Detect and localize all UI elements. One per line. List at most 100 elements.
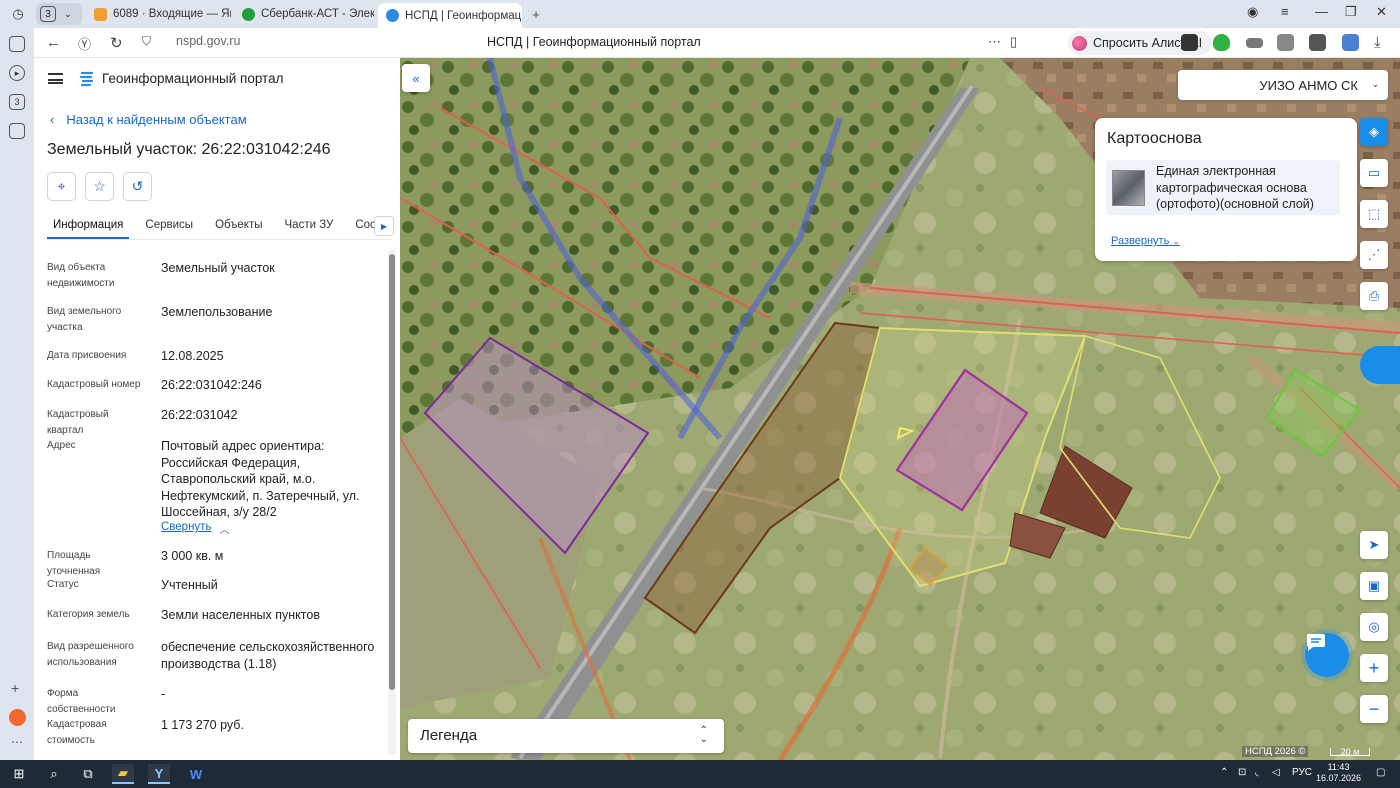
- windows-start-icon[interactable]: ⊞: [8, 764, 30, 784]
- alisa-sidebar-icon[interactable]: [9, 709, 26, 726]
- assistant-tab[interactable]: [1360, 346, 1400, 384]
- browser-sidebar: ▸ 3 + ⋯: [0, 28, 34, 760]
- extension-icon[interactable]: [1181, 34, 1198, 51]
- chevron-up-icon[interactable]: ⌃: [1220, 767, 1228, 778]
- extension-icon[interactable]: [1277, 34, 1294, 51]
- notifications-icon[interactable]: ▢: [1376, 767, 1385, 778]
- puzzle-icon[interactable]: [1309, 34, 1326, 51]
- scrollbar-thumb[interactable]: [389, 254, 395, 690]
- bookmark-icon[interactable]: ▯: [1010, 34, 1017, 50]
- screenshot-icon[interactable]: [9, 123, 25, 139]
- add-icon[interactable]: +: [11, 680, 19, 696]
- ruler-icon[interactable]: ▭: [1360, 159, 1388, 187]
- history-icon[interactable]: ◷: [9, 5, 27, 23]
- tab-nspd[interactable]: НСПД | Геоинформацио ✕: [378, 3, 522, 28]
- tab-objects[interactable]: Объекты: [209, 210, 268, 239]
- menu-icon[interactable]: ≡: [1281, 4, 1289, 19]
- volume-icon[interactable]: ◁: [1272, 767, 1280, 778]
- word-icon[interactable]: W: [185, 764, 207, 784]
- share-icon[interactable]: ⋰: [1360, 241, 1388, 269]
- reload-icon[interactable]: ↻: [110, 34, 123, 52]
- tab-group[interactable]: 3 ⌄: [36, 3, 82, 25]
- tab-services[interactable]: Сервисы: [139, 210, 199, 239]
- attr-value: 12.08.2025: [161, 349, 224, 363]
- tabs-count-icon[interactable]: 3: [9, 94, 25, 110]
- navigate-icon[interactable]: ➤: [1360, 531, 1388, 559]
- search-icon[interactable]: ⌕: [43, 764, 65, 784]
- print-icon[interactable]: ⎙: [1360, 282, 1388, 310]
- organization-selector[interactable]: УИЗО АНМО СК ⌄: [1178, 70, 1388, 100]
- collapse-link[interactable]: Свернуть ︿: [161, 521, 229, 536]
- expand-link[interactable]: Развернуть ⌄: [1111, 235, 1180, 247]
- object-title: Земельный участок: 26:22:031042:246: [47, 141, 331, 158]
- basemap-layer-item[interactable]: Единая электронная картографическая осно…: [1106, 160, 1340, 215]
- back-link-label: Назад к найденным объектам: [66, 112, 247, 127]
- minimize-icon[interactable]: —: [1315, 4, 1328, 19]
- collapse-panel-icon[interactable]: «: [402, 64, 430, 92]
- basemap-thumbnail: [1112, 170, 1145, 206]
- legend-panel[interactable]: Легенда ⌃ ⌄: [408, 719, 724, 753]
- tab-parts[interactable]: Части ЗУ: [279, 210, 340, 239]
- attr-label: Дата присвоения: [47, 350, 127, 361]
- download-icon[interactable]: ⤓: [1374, 34, 1381, 51]
- chat-icon: [1307, 634, 1325, 651]
- address-bar[interactable]: nspd.gov.ru: [176, 34, 240, 48]
- alisa-icon: [1072, 35, 1087, 51]
- copyright-label: НСПД 2026 ©: [1242, 746, 1309, 757]
- minimap-icon[interactable]: ▣: [1360, 572, 1388, 600]
- sber-icon: [242, 7, 255, 21]
- area-select-icon[interactable]: ⬚: [1360, 200, 1388, 228]
- play-icon[interactable]: ▸: [9, 65, 25, 81]
- language-indicator[interactable]: РУС: [1292, 767, 1312, 778]
- tab-sber[interactable]: Сбербанк-АСТ - Электронн: [234, 3, 374, 25]
- panel-scrollbar[interactable]: [388, 250, 396, 755]
- clock-date: 16.07.2026: [1316, 773, 1362, 783]
- attr-value: обеспечение сельскохозяйственного произв…: [161, 640, 375, 671]
- attr-value: 26:22:031042:246: [161, 378, 262, 392]
- zoom-to-object-icon[interactable]: ⌖: [47, 172, 76, 201]
- network-icon[interactable]: ⊡: [1238, 767, 1246, 778]
- more-icon[interactable]: ⋯: [11, 735, 23, 749]
- tab-information[interactable]: Информация: [47, 210, 130, 239]
- shield-icon[interactable]: [1213, 34, 1230, 51]
- restore-icon[interactable]: ❐: [1345, 4, 1357, 20]
- zoom-in-icon[interactable]: +: [1360, 654, 1388, 682]
- collections-icon[interactable]: [9, 36, 25, 52]
- history-icon[interactable]: ↺: [123, 172, 152, 201]
- attr-label: Форма собственности: [47, 688, 116, 715]
- file-explorer-icon[interactable]: ▰: [112, 764, 134, 784]
- profile-icon[interactable]: ◉: [1247, 4, 1258, 20]
- tab-label: Сбербанк-АСТ - Электронн: [261, 8, 374, 20]
- chevron-down-icon: ⌄: [1371, 79, 1379, 89]
- more-actions-icon[interactable]: ⋯: [988, 34, 1001, 50]
- basemap-title: Картооснова: [1107, 130, 1202, 147]
- yandex-browser-icon[interactable]: Y: [148, 764, 170, 784]
- extension-icon[interactable]: [1342, 34, 1359, 51]
- layers-icon[interactable]: ◈: [1360, 118, 1388, 146]
- browser-toolbar: ← Ⓨ ↻ ⛉ nspd.gov.ru НСПД | Геоинформацио…: [34, 28, 1400, 58]
- collapse-label: Свернуть: [161, 521, 212, 533]
- attr-label: Вид объекта недвижимости: [47, 262, 115, 289]
- back-arrow-icon[interactable]: ←: [46, 34, 61, 51]
- yandex-icon[interactable]: Ⓨ: [78, 34, 91, 53]
- new-tab-icon[interactable]: +: [527, 5, 545, 23]
- chat-button[interactable]: [1305, 633, 1349, 677]
- expand-collapse-icon[interactable]: ⌃ ⌄: [700, 726, 708, 745]
- chevron-down-icon: ⌄: [1172, 236, 1180, 246]
- my-location-icon[interactable]: ◎: [1360, 613, 1388, 641]
- wifi-icon[interactable]: ◟: [1255, 767, 1259, 778]
- attr-label: Кадастровая стоимость: [47, 719, 107, 746]
- hat-icon[interactable]: [1246, 38, 1263, 48]
- zoom-out-icon[interactable]: −: [1360, 695, 1388, 723]
- tabs-scroll-right-icon[interactable]: ▶: [374, 216, 394, 236]
- site-info-icon[interactable]: ⛉: [142, 34, 151, 49]
- star-icon[interactable]: ☆: [85, 172, 114, 201]
- close-window-icon[interactable]: ✕: [1376, 4, 1387, 20]
- object-info-panel: Геоинформационный портал ‹ Назад к найде…: [34, 58, 400, 760]
- clock[interactable]: 11:43 16.07.2026: [1316, 762, 1361, 784]
- tab-mail[interactable]: 6089 · Входящие — Яндекс: [86, 3, 231, 25]
- map-view[interactable]: « УИЗО АНМО СК ⌄ Картооснова Единая элек…: [400, 58, 1400, 760]
- hamburger-menu-icon[interactable]: [48, 73, 63, 84]
- task-view-icon[interactable]: ⧉: [77, 764, 99, 784]
- back-to-results-link[interactable]: ‹ Назад к найденным объектам: [50, 112, 247, 127]
